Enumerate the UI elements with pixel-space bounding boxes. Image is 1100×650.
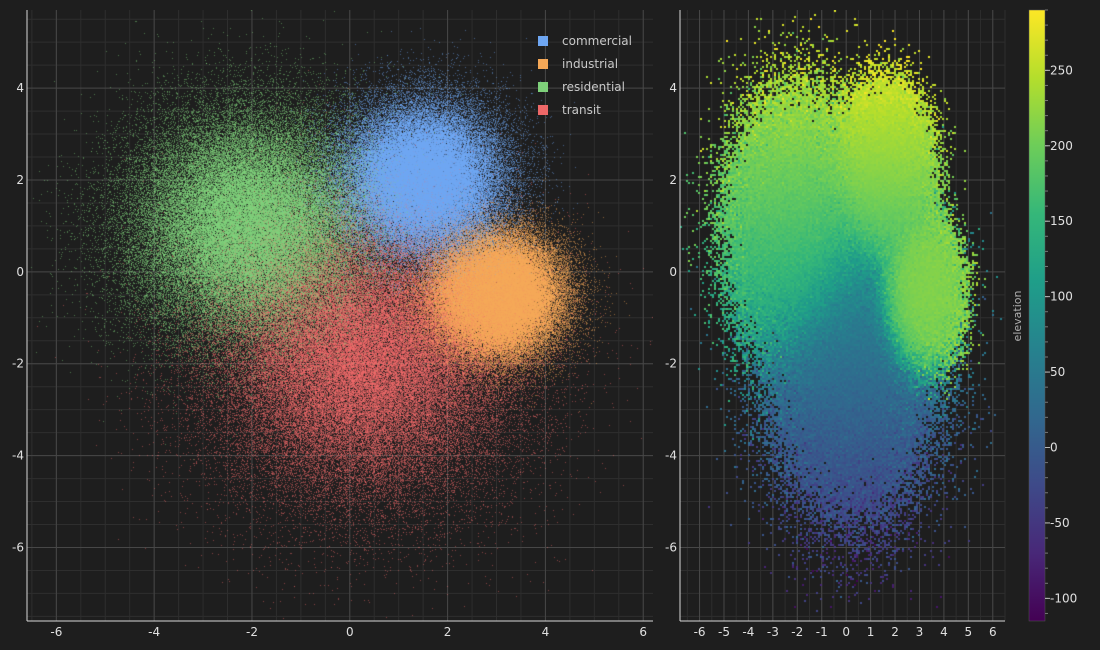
- colorbar-ticks: -100 -50 0 50 100 150 200 250: [1045, 9, 1077, 614]
- x-tick-label: 3: [916, 625, 924, 639]
- legend-swatch-residential: [538, 82, 548, 92]
- colorbar-tick-label: 50: [1050, 365, 1065, 379]
- x-tick-label: -6: [694, 625, 706, 639]
- x-tick-label: 4: [940, 625, 948, 639]
- x-tick-label: -6: [50, 625, 62, 639]
- legend-label-industrial: industrial: [562, 57, 618, 71]
- x-tick-label: -2: [246, 625, 258, 639]
- x-tick-label: 2: [444, 625, 452, 639]
- legend-swatch-industrial: [538, 59, 548, 69]
- figure: -6 -4 -2 0 2 4 6 -6 -4 -2 0 2 4 commercial industrial…: [12, 9, 1077, 639]
- x-tick-label: 6: [989, 625, 997, 639]
- x-tick-label: -4: [148, 625, 160, 639]
- colorbar-tick-label: 150: [1050, 214, 1073, 228]
- left-point-density: [27, 10, 653, 621]
- x-tick-label: 1: [867, 625, 875, 639]
- y-tick-label: -2: [665, 357, 677, 371]
- y-tick-label: 4: [669, 81, 677, 95]
- y-tick-label: 2: [669, 173, 677, 187]
- x-tick-label: 4: [542, 625, 550, 639]
- colorbar-tick-label: 0: [1050, 441, 1058, 455]
- y-tick-label: -4: [12, 449, 24, 463]
- right-elevation-heatmap: [680, 10, 1005, 621]
- colorbar-tick-label: -50: [1050, 516, 1070, 530]
- right-heatmap-panel: -6 -5 -4 -3 -2 -1 0 1 2 3 4 5 6 -6 -4 -2 0 2 4: [665, 10, 1006, 639]
- colorbar-gradient: [1028, 9, 1046, 622]
- y-tick-label: -6: [12, 540, 24, 554]
- colorbar-tick-label: 250: [1050, 63, 1073, 77]
- x-tick-label: 6: [639, 625, 647, 639]
- x-tick-label: -5: [718, 625, 730, 639]
- colorbar-tick-label: 100: [1050, 290, 1073, 304]
- left-scatter-panel: -6 -4 -2 0 2 4 6 -6 -4 -2 0 2 4 commercial industrial…: [12, 10, 653, 639]
- colorbar: -100 -50 0 50 100 150 200 250 elevation: [1011, 9, 1077, 622]
- y-tick-label: 4: [16, 81, 24, 95]
- x-tick-label: -3: [767, 625, 779, 639]
- colorbar-tick-label: 200: [1050, 139, 1073, 153]
- y-tick-label: -2: [12, 357, 24, 371]
- legend-swatch-commercial: [538, 36, 548, 46]
- y-tick-label: 0: [16, 265, 24, 279]
- legend-label-transit: transit: [562, 103, 601, 117]
- y-tick-label: -4: [665, 449, 677, 463]
- x-tick-label: 5: [965, 625, 973, 639]
- x-tick-label: -1: [816, 625, 828, 639]
- y-tick-label: 0: [669, 265, 677, 279]
- x-tick-label: 2: [891, 625, 899, 639]
- x-tick-label: 0: [346, 625, 354, 639]
- colorbar-label: elevation: [1011, 291, 1024, 342]
- legend-label-residential: residential: [562, 80, 625, 94]
- x-tick-label: -4: [742, 625, 754, 639]
- legend-label-commercial: commercial: [562, 34, 632, 48]
- x-tick-label: 0: [842, 625, 850, 639]
- y-tick-label: 2: [16, 173, 24, 187]
- legend-swatch-transit: [538, 105, 548, 115]
- colorbar-tick-label: -100: [1050, 591, 1077, 605]
- y-tick-label: -6: [665, 540, 677, 554]
- x-tick-label: -2: [791, 625, 803, 639]
